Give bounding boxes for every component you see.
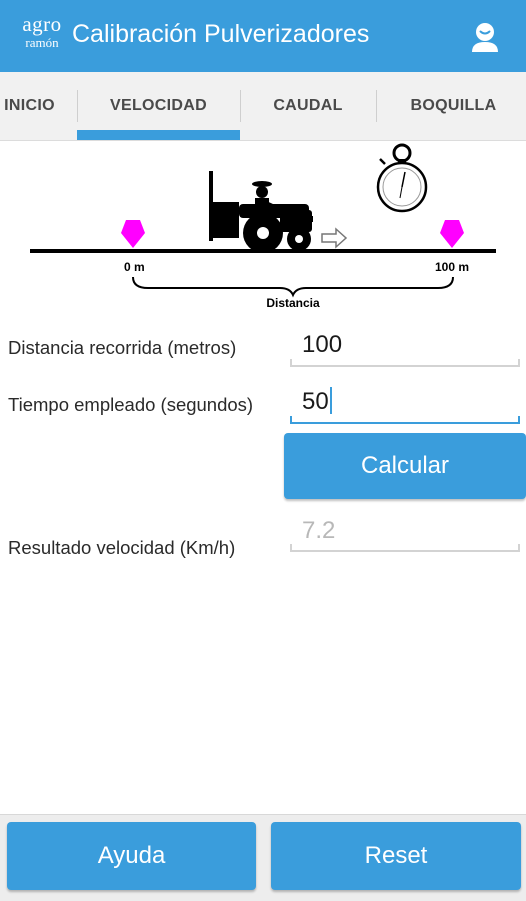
calculate-button-label: Calcular [360,452,450,479]
tab-caudal-label: CAUDAL [273,97,343,114]
app-logo: agro ramón [14,10,70,60]
distance-input[interactable]: 100 [290,325,520,365]
tab-inicio-label: INICIO [4,97,55,114]
tractor-icon [209,171,313,253]
result-output-underline [290,550,520,552]
text-cursor [329,387,332,414]
time-input-underline [290,422,520,424]
logo-line-2: ramón [25,35,59,50]
time-input-tick [290,416,292,423]
speed-measurement-illustration: 0 m 100 m Distancia [30,143,496,310]
tab-boquilla-label: BOQUILLA [410,97,497,114]
stopwatch-icon [376,143,428,213]
distance-input-value: 100 [302,331,343,358]
calculate-button[interactable]: Calcular [284,433,526,499]
result-output: 7.2 [290,511,520,551]
result-output-value: 7.2 [302,517,336,544]
end-distance-label: 100 m [435,260,469,274]
user-account-button[interactable] [466,18,504,56]
end-marker-icon [440,220,464,248]
time-field-label: Tiempo empleado (segundos) [8,394,254,415]
direction-arrow-icon [321,227,348,249]
distance-input-tick [518,359,520,366]
distance-input-underline [290,365,520,367]
result-output-tick [518,544,520,551]
distance-field-label: Distancia recorrida (metros) [8,337,237,358]
logo-line-1: agro [22,12,62,36]
time-input-tick [518,416,520,423]
tab-caudal[interactable]: CAUDAL [240,72,376,140]
ground-line [30,249,496,253]
help-button[interactable]: Ayuda [7,822,256,890]
user-account-icon [472,23,498,52]
tab-boquilla[interactable]: BOQUILLA [376,72,526,140]
reset-button-label: Reset [364,842,428,869]
time-input[interactable]: 50 [290,382,520,422]
tab-inicio[interactable]: INICIO [0,72,77,140]
distance-caption: Distancia [266,296,320,310]
distance-brace [132,276,454,298]
start-marker-icon [121,220,145,248]
help-button-label: Ayuda [97,842,166,869]
app-title: Calibración Pulverizadores [72,20,370,48]
start-distance-label: 0 m [124,260,145,274]
result-output-tick [290,544,292,551]
time-input-value: 50 [302,388,329,415]
tab-velocidad-label: VELOCIDAD [110,97,207,114]
app-bar: agro ramón Calibración Pulverizadores [0,0,526,72]
distance-input-tick [290,359,292,366]
selected-tab-indicator [77,130,240,140]
reset-button[interactable]: Reset [271,822,521,890]
result-field-label: Resultado velocidad (Km/h) [8,537,236,558]
